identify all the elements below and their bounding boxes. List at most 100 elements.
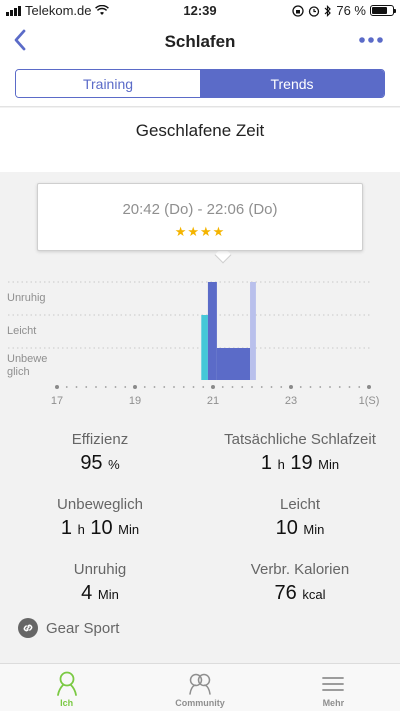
efficiency-value: 95 — [80, 452, 103, 474]
stat-value: 4 Min — [20, 582, 180, 605]
actual-sleep-minutes: 19 — [290, 452, 313, 474]
stat-calories: Verbr. Kalorien 76 kcal — [200, 561, 400, 605]
axis-dot — [280, 386, 283, 388]
tab-label: Community — [175, 698, 225, 708]
link-icon — [18, 618, 38, 638]
stat-label: Unbeweglich — [57, 496, 143, 513]
x-tick-label: 17 — [51, 395, 63, 407]
restless-value: 4 — [81, 582, 93, 604]
x-tick-label: 19 — [129, 395, 141, 407]
tab-bar-item-mehr[interactable]: Mehr — [267, 664, 400, 711]
stat-label: Unruhig — [73, 561, 127, 578]
axis-dot — [75, 386, 78, 388]
motionless-hours: 1 — [60, 517, 72, 539]
sleep-chart-svg: 17 19 21 23 1(S) — [8, 281, 380, 407]
person-icon — [56, 671, 77, 696]
alarm-icon — [309, 5, 320, 17]
sleep-segment-bar — [207, 282, 217, 380]
axis-dot — [358, 386, 361, 388]
stat-value: 1 h 10 Min — [20, 517, 180, 540]
star-rating: ★★★★ — [174, 224, 226, 239]
stat-actual-sleep: Tatsächliche Schlafzeit 1 h 19 Min — [200, 431, 400, 475]
bluetooth-icon — [324, 4, 332, 17]
sleep-segment-bar — [250, 282, 256, 380]
motionless-m-unit: Min — [118, 522, 140, 537]
stat-efficiency: Effizienz 95 % — [20, 431, 180, 475]
battery-icon — [370, 5, 396, 16]
more-dots-icon[interactable] — [358, 30, 384, 50]
battery-percent: 76 % — [336, 3, 366, 18]
motionless-minutes: 10 — [90, 517, 113, 539]
motionless-h-unit: h — [77, 522, 85, 537]
community-icon — [189, 673, 211, 695]
stat-light: Leicht 10 Min — [200, 496, 400, 540]
axis-dot — [85, 386, 88, 388]
axis-dot — [348, 386, 351, 388]
tab-trends[interactable]: Trends — [200, 70, 384, 97]
x-tick — [289, 385, 293, 389]
stat-motionless: Unbeweglich 1 h 10 Min — [20, 496, 180, 540]
axis-dot — [163, 386, 166, 388]
status-bar: Telekom.de 12:39 76 % — [0, 0, 400, 20]
sleep-segment-bar — [216, 348, 251, 380]
level-label-motionless-2: glich — [7, 366, 30, 378]
axis-dot — [124, 386, 127, 388]
axis-dot — [319, 386, 322, 388]
stat-value: 1 h 19 Min — [200, 452, 400, 475]
x-tick — [133, 385, 137, 389]
stat-label: Leicht — [279, 496, 321, 513]
stat-value: 10 Min — [200, 517, 400, 540]
axis-dot — [153, 386, 156, 388]
level-label-light: Leicht — [7, 325, 37, 337]
segmented-control: Training Trends — [15, 69, 385, 98]
axis-dot — [270, 386, 273, 388]
axis-dot — [173, 386, 175, 388]
status-right: 76 % — [292, 3, 396, 18]
axis-dot — [192, 386, 195, 388]
stat-label: Tatsächliche Schlafzeit — [224, 431, 376, 448]
stat-label: Effizienz — [71, 431, 129, 448]
restless-unit: Min — [97, 587, 119, 602]
calories-value: 76 — [274, 582, 297, 604]
level-label-restless: Unruhig — [7, 292, 46, 304]
tab-label: Ich — [60, 698, 74, 708]
actual-sleep-hours: 1 — [260, 452, 272, 474]
axis-dot — [104, 386, 107, 388]
rotation-lock-icon — [292, 4, 305, 17]
section-header: Geschlafene Zeit — [0, 108, 400, 172]
x-tick-label: 21 — [207, 395, 219, 407]
x-tick-label: 23 — [285, 395, 297, 407]
device-name: Gear Sport — [46, 619, 120, 637]
sleep-segment-bar — [201, 315, 208, 380]
x-tick — [55, 385, 59, 389]
x-tick — [211, 385, 215, 389]
axis-dot — [231, 386, 234, 388]
tab-bar-item-community[interactable]: Community — [133, 664, 266, 711]
efficiency-unit: % — [108, 457, 120, 472]
stat-value: 95 % — [20, 452, 180, 475]
stat-value: 76 kcal — [200, 582, 400, 605]
stat-label: Verbr. Kalorien — [250, 561, 350, 578]
axis-dot — [143, 386, 146, 388]
axis-dot — [260, 386, 263, 388]
nav-bar: Schlafen — [0, 20, 400, 62]
section-title: Geschlafene Zeit — [135, 121, 265, 140]
axis-dot — [95, 386, 97, 388]
tab-bar-item-ich[interactable]: Ich — [0, 664, 133, 711]
axis-dot — [251, 386, 253, 388]
sleep-chart: 17 19 21 23 1(S) Unruhig Leicht Unbewe glich — [0, 270, 400, 410]
tab-training[interactable]: Training — [16, 70, 200, 97]
axis-dot — [221, 386, 224, 388]
axis-dot — [114, 386, 117, 388]
device-link[interactable]: Gear Sport — [18, 618, 119, 638]
light-unit: Min — [303, 522, 325, 537]
x-tick-label: 1(S) — [359, 395, 380, 407]
tooltip-time-range: 20:42 (Do) - 22:06 (Do) — [122, 201, 278, 218]
axis-dot — [329, 386, 331, 388]
axis-dot — [241, 386, 244, 388]
axis-dot — [309, 386, 312, 388]
stat-restless: Unruhig 4 Min — [20, 561, 180, 605]
tab-label: Mehr — [322, 698, 345, 708]
level-label-motionless-1: Unbewe — [7, 353, 48, 365]
axis-dot — [182, 386, 185, 388]
